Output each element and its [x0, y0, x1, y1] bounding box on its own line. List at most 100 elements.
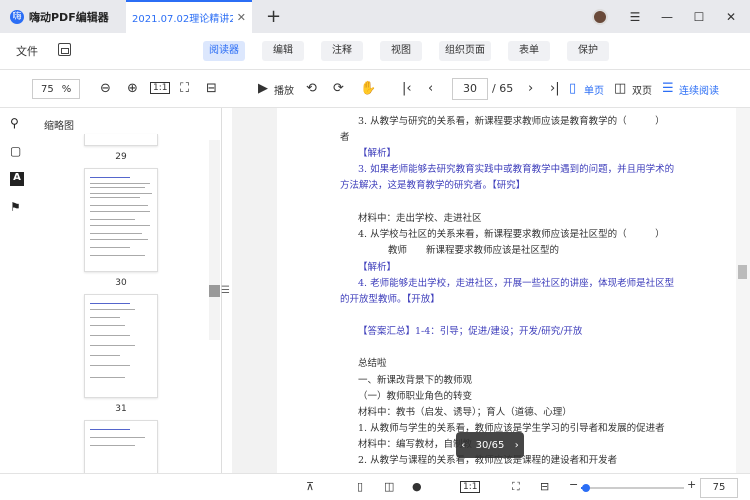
menu-bar: 文件 阅读器 编辑 注释 视图 组织页面 表单 保护: [0, 33, 750, 70]
fit-page-bottom-icon[interactable]: ⛶: [512, 480, 520, 494]
thumbnail-panel: 缩略图 29 30 31: [34, 108, 222, 473]
doc-text-line: 者: [340, 132, 350, 143]
add-tab-icon[interactable]: +: [266, 6, 281, 27]
double-page-view-icon[interactable]: ◫: [384, 480, 394, 493]
zoom-slider-knob[interactable]: [582, 484, 591, 492]
zoom-out-icon[interactable]: ⊖: [100, 81, 111, 96]
single-page-label[interactable]: 单页: [584, 82, 604, 97]
tab-annotate[interactable]: 注释: [321, 41, 363, 61]
close-tab-icon[interactable]: ✕: [237, 11, 246, 24]
zoom-minus-icon[interactable]: −: [569, 478, 578, 491]
tab-protect[interactable]: 保护: [567, 41, 609, 61]
page-total: / 65: [492, 82, 514, 95]
thumbnail-panel-title: 缩略图: [44, 121, 74, 132]
doc-text-line: 【答案汇总】1-4：引导；促进/建设；开发/研究/开放: [358, 326, 583, 337]
doc-text-line: 一、新课改背景下的教师观: [358, 375, 473, 386]
toolbar: 75 % ⊖ ⊕ 1:1 ⛶ ⊟ ▶ 播放 ⟲ ⟳ ✋ |‹ ‹ 30 / 65…: [0, 70, 750, 108]
play-label[interactable]: 播放: [274, 82, 294, 97]
thumbnail-page-29[interactable]: [84, 134, 158, 146]
page-number-input[interactable]: 30: [452, 78, 488, 100]
text-icon[interactable]: A: [10, 172, 24, 186]
page-label-31: 31: [115, 404, 127, 414]
zoom-slider[interactable]: [581, 484, 684, 492]
pager-next-icon[interactable]: ›: [515, 440, 519, 451]
app-logo-icon: 嗨: [10, 9, 24, 24]
tab-title[interactable]: 2021.07.02理论精讲2-...: [132, 10, 233, 25]
thumbnail-page-32[interactable]: [84, 420, 158, 473]
doc-text-line: 3. 如果老师能够去研究教育实践中或教育教学中遇到的问题，并且用学术的: [358, 164, 675, 175]
tab-form[interactable]: 表单: [508, 41, 550, 61]
double-page-label[interactable]: 双页: [632, 82, 652, 97]
fit-width-bottom-icon[interactable]: ⊟: [540, 480, 549, 493]
doc-text-line: 3. 从教学与研究的关系看，新课程要求教师应该是教育教学的（ ）: [358, 116, 665, 127]
save-icon[interactable]: [58, 43, 71, 56]
single-page-view-icon[interactable]: ▯: [357, 480, 363, 493]
doc-text-line: 总结啦: [358, 358, 387, 369]
thumbnail-icon[interactable]: ▢: [10, 144, 24, 158]
prev-page-icon[interactable]: ‹: [428, 81, 433, 96]
continuous-label[interactable]: 连续阅读: [679, 82, 719, 97]
app-logo: 嗨 嗨动PDF编辑器: [0, 0, 126, 33]
doc-text-line: （一）教师职业角色的转变: [358, 391, 473, 402]
document-viewer[interactable]: 3. 从教学与研究的关系看，新课程要求教师应该是教育教学的（ ） 者 【解析】 …: [232, 108, 750, 473]
tab-view[interactable]: 视图: [380, 41, 422, 61]
zoom-in-icon[interactable]: ⊕: [127, 81, 138, 96]
rotate-right-icon[interactable]: ⟳: [333, 81, 344, 96]
doc-text-line: 方法解决，这是教育教学的研究者。【研究】: [340, 180, 526, 191]
page-label-29: 29: [115, 152, 127, 162]
zoom-input[interactable]: 75: [700, 478, 738, 498]
panel-resize-handle[interactable]: [209, 285, 220, 297]
hand-tool-icon[interactable]: ✋: [360, 81, 376, 96]
app-title: 嗨动PDF编辑器: [29, 10, 109, 24]
document-tab[interactable]: 2021.07.02理论精讲2-... ✕: [126, 0, 252, 33]
play-circle-icon[interactable]: ●: [412, 480, 422, 493]
zoom-unit: %: [61, 83, 72, 95]
zoom-select[interactable]: 75 %: [32, 79, 80, 99]
actual-size-icon[interactable]: 1:1: [150, 82, 171, 94]
continuous-icon[interactable]: ☰: [662, 81, 674, 96]
search-icon[interactable]: ⚲: [10, 116, 24, 130]
next-page-icon[interactable]: ›: [528, 81, 533, 96]
fit-height-icon[interactable]: ⊼: [306, 480, 314, 493]
pdf-page: 3. 从教学与研究的关系看，新课程要求教师应该是教育教学的（ ） 者 【解析】 …: [277, 108, 737, 473]
close-window-icon[interactable]: ✕: [718, 10, 744, 24]
thumbnail-scrollbar[interactable]: [209, 140, 220, 340]
doc-text-line: 教师 新课程要求教师应该是社区型的: [388, 245, 560, 256]
last-page-icon[interactable]: ›|: [550, 81, 560, 96]
single-page-icon[interactable]: ▯: [569, 81, 576, 96]
rotate-left-icon[interactable]: ⟲: [306, 81, 317, 96]
fit-width-icon[interactable]: ⊟: [206, 81, 217, 96]
grip-icon[interactable]: ☰: [221, 285, 230, 296]
left-sidebar: ⚲ ▢ A ⚑: [0, 108, 34, 500]
fit-page-icon[interactable]: ⛶: [180, 81, 189, 96]
actual-size-bottom-icon[interactable]: 1:1: [460, 481, 481, 493]
doc-text-line: 4. 从学校与社区的关系来看，新课程要求教师应该是社区型的（ ）: [358, 229, 665, 240]
double-page-icon[interactable]: ◫: [614, 81, 626, 96]
avatar[interactable]: [592, 8, 608, 25]
bookmark-icon[interactable]: ⚑: [10, 200, 24, 214]
doc-text-line: 材料中：教书（启发、诱导）；育人（道德、心理）: [358, 407, 572, 418]
minimize-icon[interactable]: —: [654, 10, 680, 24]
thumbnail-page-30[interactable]: [84, 168, 158, 272]
thumbnail-page-31[interactable]: [84, 294, 158, 398]
doc-text-line: 【解析】: [358, 262, 397, 273]
hamburger-menu-icon[interactable]: ☰: [622, 10, 648, 24]
pager-prev-icon[interactable]: ‹: [461, 440, 465, 451]
title-bar: 嗨 嗨动PDF编辑器 2021.07.02理论精讲2-... ✕ + ☰ — ☐…: [0, 0, 750, 33]
tab-organize-pages[interactable]: 组织页面: [439, 41, 491, 61]
page-label-30: 30: [115, 278, 127, 288]
zoom-plus-icon[interactable]: +: [687, 478, 696, 491]
first-page-icon[interactable]: |‹: [402, 81, 412, 96]
doc-text-line: 材料中：走出学校、走进社区: [358, 213, 482, 224]
play-icon[interactable]: ▶: [258, 81, 268, 96]
file-menu[interactable]: 文件: [16, 43, 38, 59]
tab-edit[interactable]: 编辑: [262, 41, 304, 61]
doc-text-line: 的开放型教师。【开放】: [340, 294, 440, 305]
document-scrollbar-thumb[interactable]: [738, 265, 747, 279]
tab-reader[interactable]: 阅读器: [203, 41, 245, 61]
pager-indicator: 30/65: [475, 439, 505, 451]
doc-text-line: 材料中：编写教材，自制教: [358, 439, 473, 450]
document-scrollbar[interactable]: [736, 108, 750, 473]
maximize-icon[interactable]: ☐: [686, 10, 712, 24]
status-bar: ⊼ ▯ ◫ ● 1:1 ⛶ ⊟ − + 75: [0, 473, 750, 500]
